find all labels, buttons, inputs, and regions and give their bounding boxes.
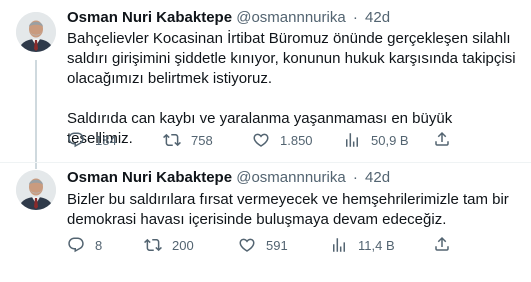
author-handle[interactable]: @osmannnurika (236, 169, 345, 186)
tweet-text: Bizler bu saldırılara fırsat vermeyecek … (67, 190, 517, 230)
timestamp[interactable]: 42d (365, 169, 390, 186)
avatar[interactable] (16, 170, 56, 210)
author-handle[interactable]: @osmannnurika (236, 9, 345, 26)
retweet-button[interactable]: 758 (163, 130, 213, 150)
views-button[interactable]: 50,9 B (343, 130, 409, 150)
views-count: 50,9 B (371, 132, 409, 148)
tweet-header: Osman Nuri Kabaktepe @osmannnurika · 42d (67, 169, 390, 187)
tweet-header: Osman Nuri Kabaktepe @osmannnurika · 42d (67, 9, 390, 27)
views-icon (333, 238, 345, 252)
share-button[interactable] (433, 130, 451, 153)
separator-dot: · (352, 9, 358, 26)
share-icon (435, 131, 449, 146)
tweet-paragraph: Bizler bu saldırılara fırsat vermeyecek … (67, 191, 509, 228)
tweet-actions: 184 758 1.850 50,9 B (67, 130, 517, 150)
tweet[interactable]: Osman Nuri Kabaktepe @osmannnurika · 42d… (0, 0, 531, 163)
avatar[interactable] (16, 12, 56, 52)
views-count: 11,4 B (358, 237, 395, 253)
timestamp[interactable]: 42d (365, 9, 390, 26)
retweet-icon (144, 238, 162, 252)
like-button[interactable]: 1.850 (252, 130, 313, 150)
like-count: 1.850 (280, 132, 313, 148)
heart-icon (239, 238, 255, 252)
tweet-paragraph: Bahçelievler Kocasinan İrtibat Büromuz ö… (67, 30, 516, 87)
heart-icon (253, 133, 269, 147)
views-button[interactable]: 11,4 B (330, 235, 395, 255)
separator-dot: · (352, 169, 358, 186)
retweet-count: 200 (172, 237, 194, 253)
reply-count: 8 (95, 237, 103, 253)
retweet-icon (163, 133, 181, 147)
reply-button[interactable]: 8 (67, 235, 102, 255)
reply-icon (68, 132, 84, 148)
like-count: 591 (266, 237, 288, 253)
retweet-count: 758 (191, 132, 213, 148)
tweet[interactable]: Osman Nuri Kabaktepe @osmannnurika · 42d… (0, 163, 531, 282)
author-name[interactable]: Osman Nuri Kabaktepe (67, 9, 232, 26)
author-name[interactable]: Osman Nuri Kabaktepe (67, 169, 232, 186)
reply-button[interactable]: 184 (67, 130, 117, 150)
share-icon (435, 236, 449, 251)
retweet-button[interactable]: 200 (144, 235, 194, 255)
tweet-actions: 8 200 591 11,4 B (67, 235, 517, 255)
views-icon (346, 133, 358, 147)
share-button[interactable] (433, 235, 451, 258)
reply-count: 184 (95, 132, 117, 148)
like-button[interactable]: 591 (238, 235, 288, 255)
reply-icon (68, 237, 84, 253)
